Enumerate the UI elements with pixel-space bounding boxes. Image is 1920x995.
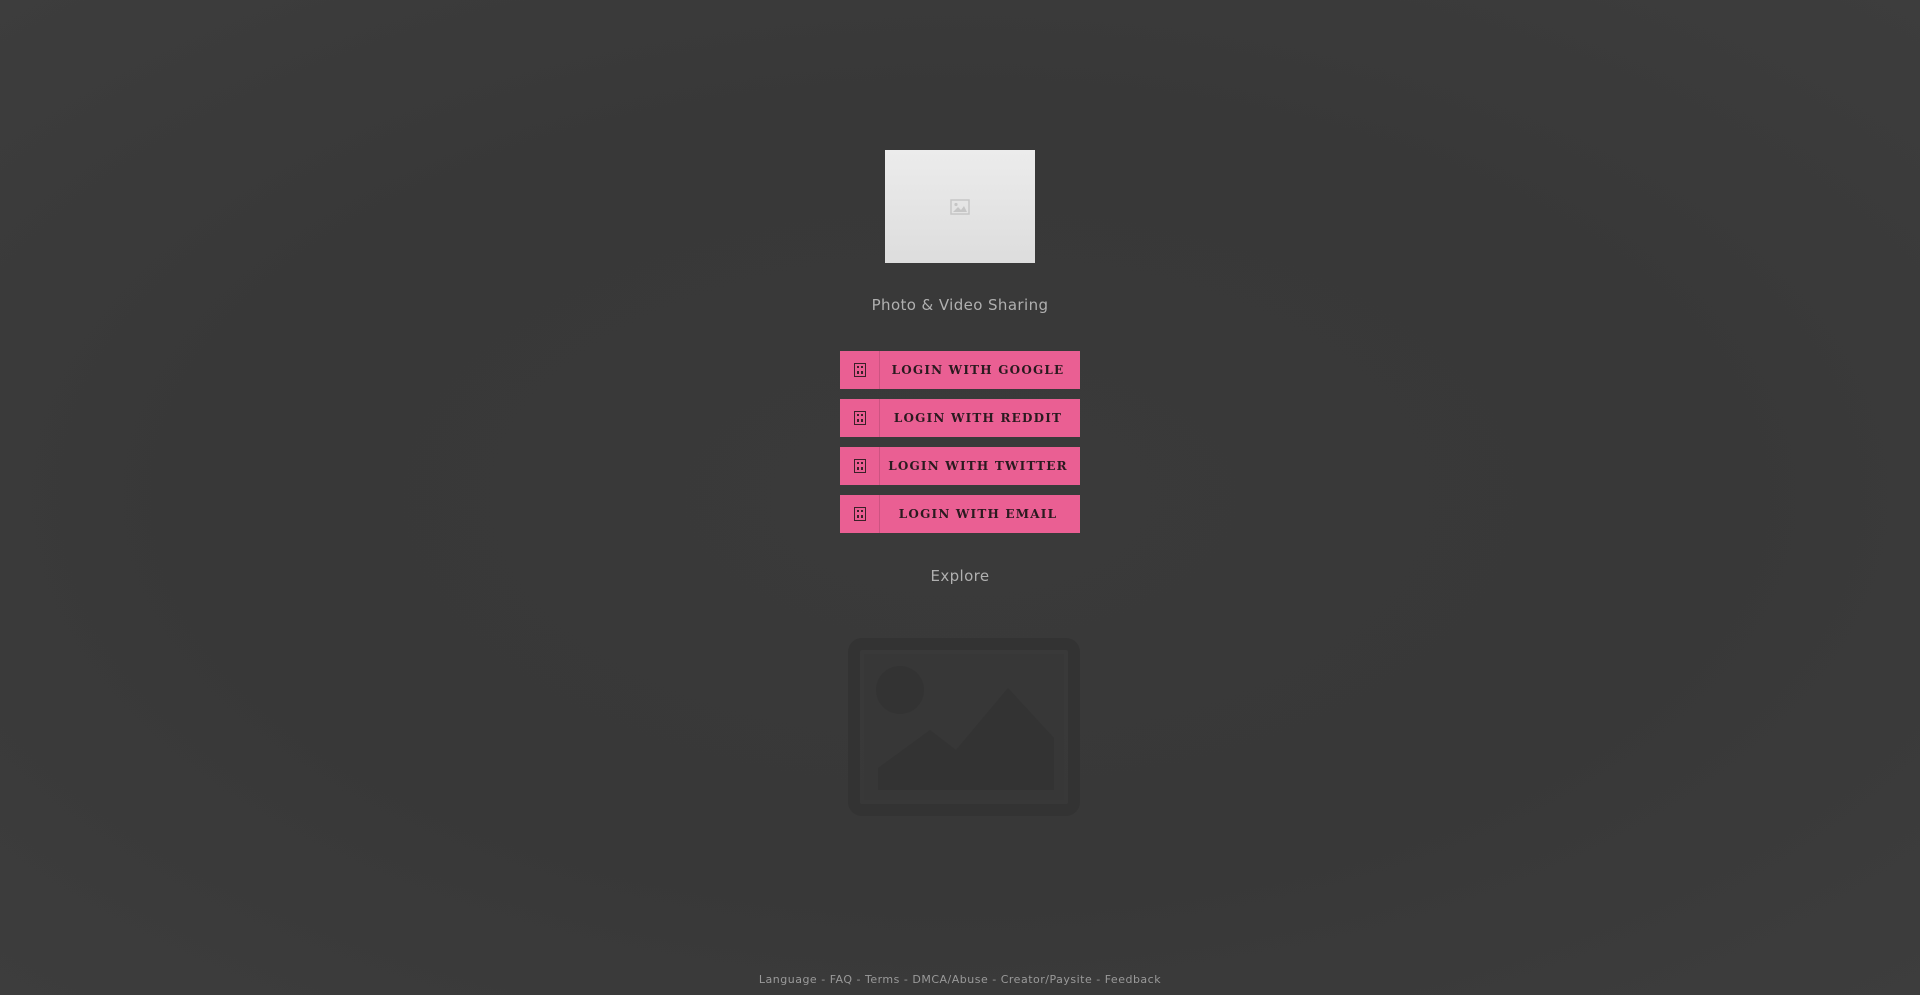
footer-link-feedback[interactable]: Feedback bbox=[1105, 973, 1161, 986]
footer-separator: - bbox=[856, 973, 861, 986]
site-tagline: Photo & Video Sharing bbox=[871, 296, 1049, 314]
login-email-button[interactable]: LOGIN WITH EMAIL bbox=[840, 495, 1080, 533]
footer: Language - FAQ - Terms - DMCA/Abuse - Creator/Pa… bbox=[0, 973, 1920, 986]
image-placeholder-icon bbox=[950, 198, 970, 215]
footer-separator: - bbox=[992, 973, 997, 986]
login-google-button[interactable]: LOGIN WITH GOOGLE bbox=[840, 351, 1080, 389]
footer-link-language[interactable]: Language bbox=[759, 973, 817, 986]
site-logo bbox=[885, 150, 1035, 263]
email-icon bbox=[840, 495, 880, 533]
reddit-icon bbox=[840, 399, 880, 437]
login-twitter-label: LOGIN WITH TWITTER bbox=[888, 459, 1068, 473]
footer-link-creator[interactable]: Creator/Paysite bbox=[1001, 973, 1093, 986]
explore-section: Explore bbox=[0, 567, 1920, 585]
login-page: Photo & Video Sharing LOGIN WITH GOOGLE … bbox=[0, 0, 1920, 995]
footer-link-faq[interactable]: FAQ bbox=[830, 973, 853, 986]
login-google-label: LOGIN WITH GOOGLE bbox=[891, 363, 1065, 377]
footer-link-terms[interactable]: Terms bbox=[865, 973, 900, 986]
login-email-label: LOGIN WITH EMAIL bbox=[898, 507, 1058, 521]
footer-separator: - bbox=[903, 973, 909, 986]
explore-link[interactable]: Explore bbox=[930, 567, 989, 585]
twitter-icon bbox=[840, 447, 880, 485]
footer-separator: - bbox=[821, 973, 826, 986]
login-reddit-label: LOGIN WITH REDDIT bbox=[893, 411, 1063, 425]
google-icon bbox=[840, 351, 880, 389]
footer-link-dmca[interactable]: DMCA/Abuse bbox=[912, 973, 988, 986]
image-placeholder-icon bbox=[848, 638, 1080, 816]
footer-separator: - bbox=[1096, 973, 1101, 986]
login-twitter-button[interactable]: LOGIN WITH TWITTER bbox=[840, 447, 1080, 485]
login-reddit-button[interactable]: LOGIN WITH REDDIT bbox=[840, 399, 1080, 437]
explore-preview[interactable] bbox=[848, 638, 1080, 816]
